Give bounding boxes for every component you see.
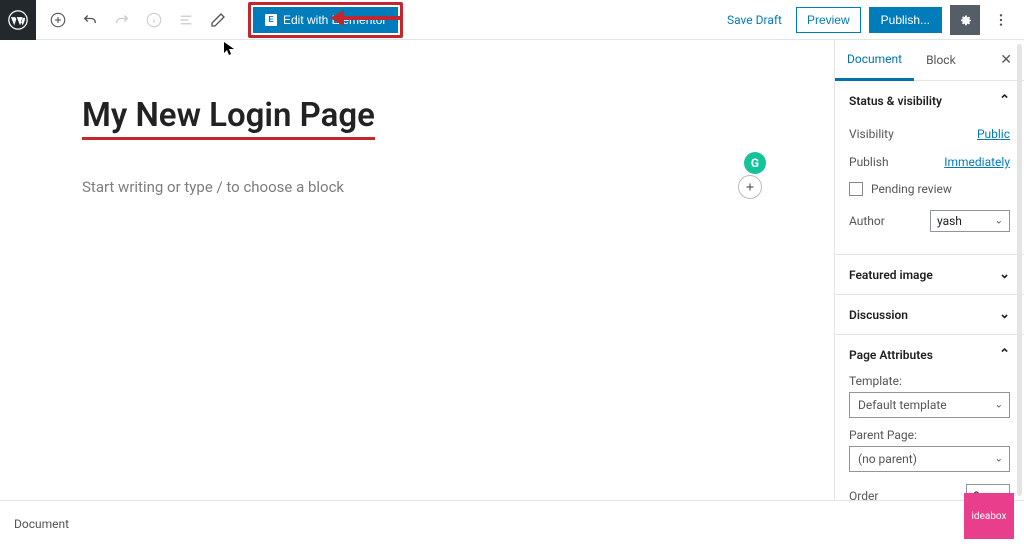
panel-page-attributes-header[interactable]: Page Attributes ⌃ <box>835 335 1024 374</box>
order-label: Order <box>849 489 878 500</box>
panel-status-title: Status & visibility <box>849 94 942 108</box>
toolbar-right-group: Save Draft Preview Publish... <box>727 5 1024 35</box>
panel-discussion: Discussion ⌄ <box>835 295 1024 335</box>
preview-button[interactable]: Preview <box>796 7 861 33</box>
template-label: Template: <box>849 374 1010 388</box>
settings-button[interactable] <box>950 5 980 35</box>
chevron-up-icon: ⌃ <box>999 347 1010 362</box>
visibility-value[interactable]: Public <box>977 127 1010 141</box>
elementor-button-wrap: E Edit with Elementor <box>248 2 403 38</box>
content-block-row: Start writing or type / to choose a bloc… <box>82 178 794 196</box>
top-toolbar: E Edit with Elementor Save Draft Preview… <box>0 0 1024 40</box>
more-options-button[interactable] <box>988 5 1014 35</box>
redo-button[interactable] <box>108 6 136 34</box>
panel-status-header[interactable]: Status & visibility ⌃ <box>835 81 1024 120</box>
panel-status-body: Visibility Public Publish Immediately Pe… <box>835 120 1024 254</box>
toolbar-left-group: E Edit with Elementor <box>36 2 403 38</box>
content-placeholder[interactable]: Start writing or type / to choose a bloc… <box>82 178 794 196</box>
chevron-down-icon: ⌄ <box>999 307 1010 322</box>
tab-document[interactable]: Document <box>835 40 914 81</box>
parent-select[interactable]: (no parent) ⌄ <box>849 446 1010 472</box>
settings-sidebar: Document Block ✕ Status & visibility ⌃ V… <box>834 40 1024 500</box>
add-block-inline-button[interactable] <box>738 175 762 199</box>
parent-label: Parent Page: <box>849 428 1010 442</box>
ideabox-badge[interactable]: ideabox <box>964 493 1014 539</box>
edit-with-elementor-button[interactable]: E Edit with Elementor <box>253 7 398 33</box>
outline-button[interactable] <box>172 6 200 34</box>
panel-discussion-title: Discussion <box>849 308 908 322</box>
pending-review-row[interactable]: Pending review <box>849 176 1010 202</box>
chevron-down-icon: ⌄ <box>995 216 1003 227</box>
panel-featured-image-header[interactable]: Featured image ⌄ <box>835 255 1024 294</box>
panel-featured-image-title: Featured image <box>849 268 933 282</box>
panel-page-attributes-title: Page Attributes <box>849 348 933 362</box>
panel-page-attributes-body: Template: Default template ⌄ Parent Page… <box>835 374 1024 500</box>
elementor-icon: E <box>265 14 277 26</box>
chevron-down-icon: ⌄ <box>995 400 1003 411</box>
visibility-label: Visibility <box>849 127 894 141</box>
edit-button[interactable] <box>204 6 232 34</box>
author-select[interactable]: yash ⌄ <box>930 210 1010 232</box>
elementor-button-label: Edit with Elementor <box>283 13 386 27</box>
author-label: Author <box>849 214 885 228</box>
panel-featured-image: Featured image ⌄ <box>835 255 1024 295</box>
visibility-row: Visibility Public <box>849 120 1010 148</box>
annotation-highlight: E Edit with Elementor <box>248 2 403 38</box>
author-value: yash <box>937 214 962 228</box>
add-block-button[interactable] <box>44 6 72 34</box>
parent-value: (no parent) <box>858 452 917 466</box>
panel-status: Status & visibility ⌃ Visibility Public … <box>835 81 1024 255</box>
chevron-down-icon: ⌄ <box>995 454 1003 465</box>
editor-canvas: My New Login Page G Start writing or typ… <box>0 40 834 500</box>
publish-value[interactable]: Immediately <box>944 155 1010 169</box>
chevron-down-icon: ⌄ <box>999 267 1010 282</box>
template-value: Default template <box>858 398 947 412</box>
pending-review-label: Pending review <box>871 182 952 196</box>
sidebar-scrollbar[interactable] <box>1017 44 1022 496</box>
wordpress-logo[interactable] <box>0 0 36 40</box>
chevron-up-icon: ⌃ <box>999 93 1010 108</box>
pending-review-checkbox[interactable] <box>849 182 863 196</box>
page-title-input[interactable]: My New Login Page <box>82 96 375 140</box>
grammarly-badge[interactable]: G <box>744 152 766 174</box>
publish-label: Publish <box>849 155 889 169</box>
content-wrap: My New Login Page G Start writing or typ… <box>0 40 1024 500</box>
panel-page-attributes: Page Attributes ⌃ Template: Default temp… <box>835 335 1024 500</box>
save-draft-link[interactable]: Save Draft <box>727 13 782 27</box>
editor-footer: Document <box>0 500 1024 547</box>
breadcrumb[interactable]: Document <box>14 517 69 531</box>
tab-block[interactable]: Block <box>914 41 968 79</box>
publish-row: Publish Immediately <box>849 148 1010 176</box>
sidebar-tabs: Document Block ✕ <box>835 40 1024 81</box>
publish-button[interactable]: Publish... <box>869 7 942 33</box>
info-button[interactable] <box>140 6 168 34</box>
template-select[interactable]: Default template ⌄ <box>849 392 1010 418</box>
undo-button[interactable] <box>76 6 104 34</box>
panel-discussion-header[interactable]: Discussion ⌄ <box>835 295 1024 334</box>
author-row: Author yash ⌄ <box>849 202 1010 240</box>
